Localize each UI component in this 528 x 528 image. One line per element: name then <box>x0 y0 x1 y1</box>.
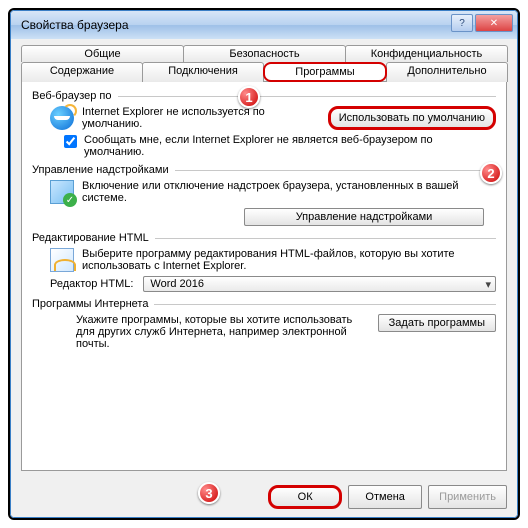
tab-privacy[interactable]: Конфиденциальность <box>345 45 508 62</box>
group-addons-title: Управление надстройками <box>32 164 169 176</box>
annotation-badge-1: 1 <box>238 86 260 108</box>
tab-security[interactable]: Безопасность <box>183 45 346 62</box>
annotation-badge-3: 3 <box>198 482 220 504</box>
help-button[interactable]: ? <box>451 14 473 32</box>
notify-checkbox[interactable]: Сообщать мне, если Internet Explorer не … <box>32 134 496 158</box>
ok-button[interactable]: ОК <box>268 485 342 509</box>
notify-checkbox-input[interactable] <box>64 135 77 148</box>
default-browser-text: Internet Explorer не используется по умо… <box>82 106 320 130</box>
tab-programs[interactable]: Программы <box>263 62 387 82</box>
group-html: Редактирование HTML Выберите программу р… <box>32 232 496 292</box>
manage-addons-button[interactable]: Управление надстройками <box>244 208 484 226</box>
ie-icon <box>50 106 74 130</box>
group-programs-title: Программы Интернета <box>32 298 148 310</box>
html-editor-label: Редактор HTML: <box>50 278 133 290</box>
tab-pane: Веб-браузер по Internet Explorer не испо… <box>21 81 507 471</box>
dialog-buttons: ОК Отмена Применить <box>11 477 517 517</box>
html-editor-text: Выберите программу редактирования HTML-ф… <box>82 248 496 272</box>
dialog-window: Свойства браузера ? ✕ Общие Безопасность… <box>10 10 518 518</box>
tab-advanced[interactable]: Дополнительно <box>386 62 508 82</box>
make-default-button[interactable]: Использовать по умолчанию <box>328 106 496 130</box>
tab-general[interactable]: Общие <box>21 45 184 62</box>
set-programs-button[interactable]: Задать программы <box>378 314 496 332</box>
addons-icon <box>50 180 74 204</box>
group-programs: Программы Интернета Укажите программы, к… <box>32 298 496 350</box>
annotation-badge-2: 2 <box>480 162 502 184</box>
tab-content[interactable]: Содержание <box>21 62 143 82</box>
window-title: Свойства браузера <box>21 18 129 32</box>
html-editor-select[interactable]: Word 2016 <box>143 276 496 292</box>
apply-button[interactable]: Применить <box>428 485 507 509</box>
title-bar: Свойства браузера ? ✕ <box>11 11 517 39</box>
group-browser: Веб-браузер по Internet Explorer не испо… <box>32 90 496 158</box>
group-html-title: Редактирование HTML <box>32 232 149 244</box>
content-area: Общие Безопасность Конфиденциальность Со… <box>11 39 517 477</box>
close-button[interactable]: ✕ <box>475 14 513 32</box>
group-browser-title: Веб-браузер по <box>32 90 112 102</box>
html-editor-icon <box>50 248 74 272</box>
tab-connections[interactable]: Подключения <box>142 62 264 82</box>
cancel-button[interactable]: Отмена <box>348 485 422 509</box>
addons-text: Включение или отключение надстроек брауз… <box>82 180 496 204</box>
group-addons: Управление надстройками Включение или от… <box>32 164 496 226</box>
programs-text: Укажите программы, которые вы хотите исп… <box>76 314 368 350</box>
notify-checkbox-label: Сообщать мне, если Internet Explorer не … <box>84 134 496 158</box>
